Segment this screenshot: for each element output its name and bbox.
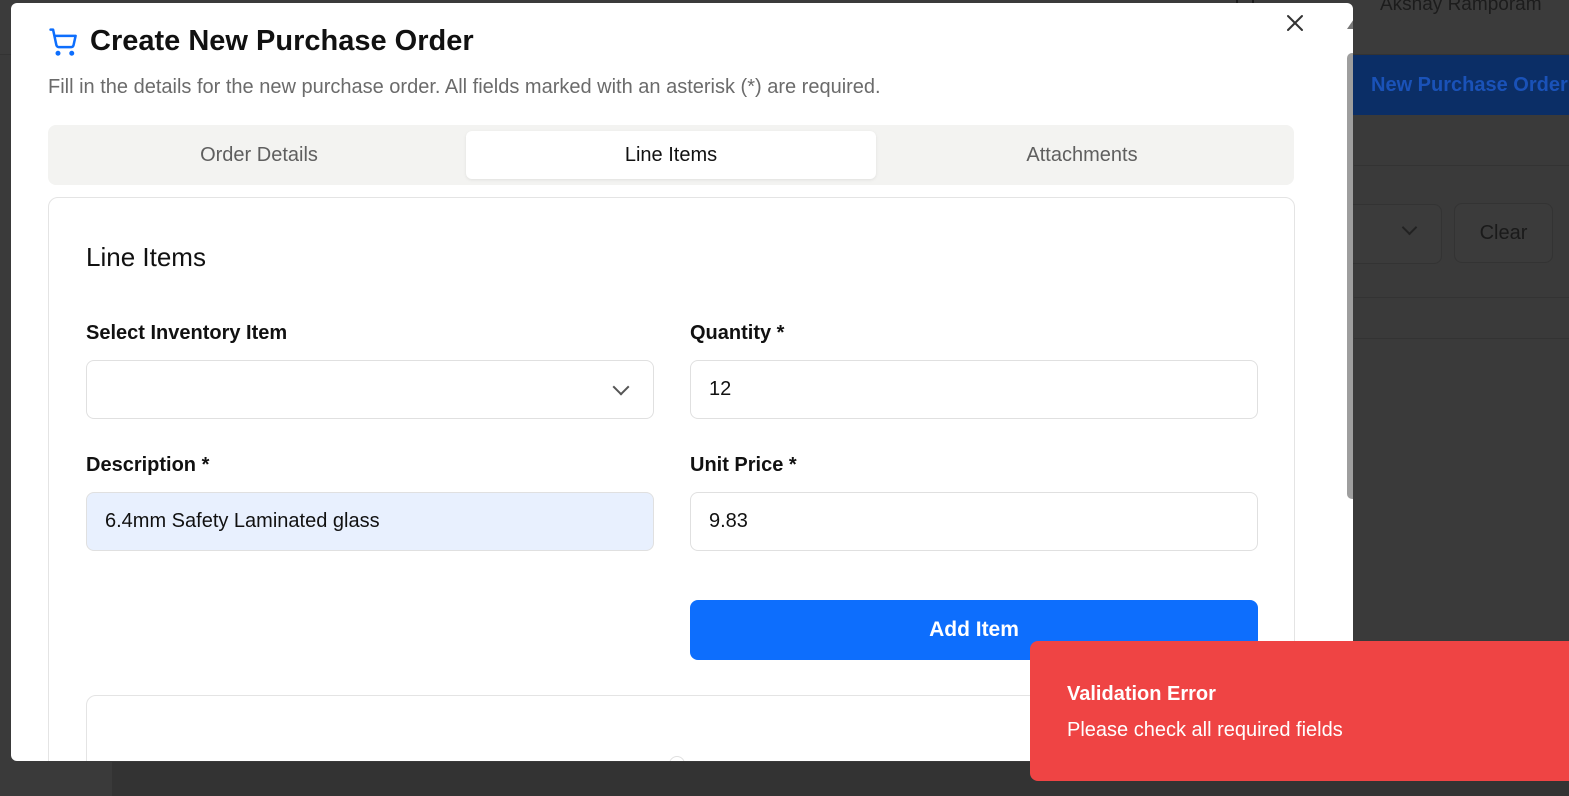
user-name: Akshay Ramporam: [1380, 0, 1542, 15]
quantity-input[interactable]: 12: [690, 360, 1258, 419]
clear-button: Clear: [1454, 203, 1553, 263]
dialog-title: Create New Purchase Order: [90, 25, 474, 57]
scroll-up-arrow-icon[interactable]: [1347, 19, 1353, 29]
unit-price-input[interactable]: 9.83: [690, 492, 1258, 551]
description-input[interactable]: 6.4mm Safety Laminated glass: [86, 492, 654, 551]
section-title: Line Items: [86, 242, 206, 272]
tab-list: Order Details Line Items Attachments: [48, 125, 1294, 185]
close-icon[interactable]: [1283, 11, 1307, 35]
toast-description: Please check all required fields: [1067, 719, 1343, 741]
divider: [1354, 338, 1569, 339]
unit-price-label: Unit Price *: [690, 454, 797, 476]
new-purchase-order-button: New Purchase Order: [1335, 55, 1569, 115]
tab-line-items[interactable]: Line Items: [466, 131, 876, 179]
quantity-label: Quantity *: [690, 322, 785, 344]
toast-title: Validation Error: [1067, 683, 1216, 705]
inventory-item-label: Select Inventory Item: [86, 322, 288, 344]
chevron-down-icon: [612, 378, 630, 396]
shopping-cart-icon: [49, 27, 77, 56]
validation-error-toast: Validation Error Please check all requir…: [1030, 641, 1569, 781]
divider: [1354, 165, 1569, 166]
inventory-item-select[interactable]: [86, 360, 654, 419]
description-label: Description *: [86, 454, 210, 476]
divider: [1354, 297, 1569, 298]
dialog-subtitle: Fill in the details for the new purchase…: [48, 76, 881, 98]
dialog-header: Create New Purchase Order: [48, 25, 474, 58]
scrollbar-thumb[interactable]: [1347, 53, 1353, 499]
tab-order-details[interactable]: Order Details: [54, 131, 464, 179]
tab-attachments[interactable]: Attachments: [877, 131, 1287, 179]
empty-state-icon: [669, 756, 685, 761]
